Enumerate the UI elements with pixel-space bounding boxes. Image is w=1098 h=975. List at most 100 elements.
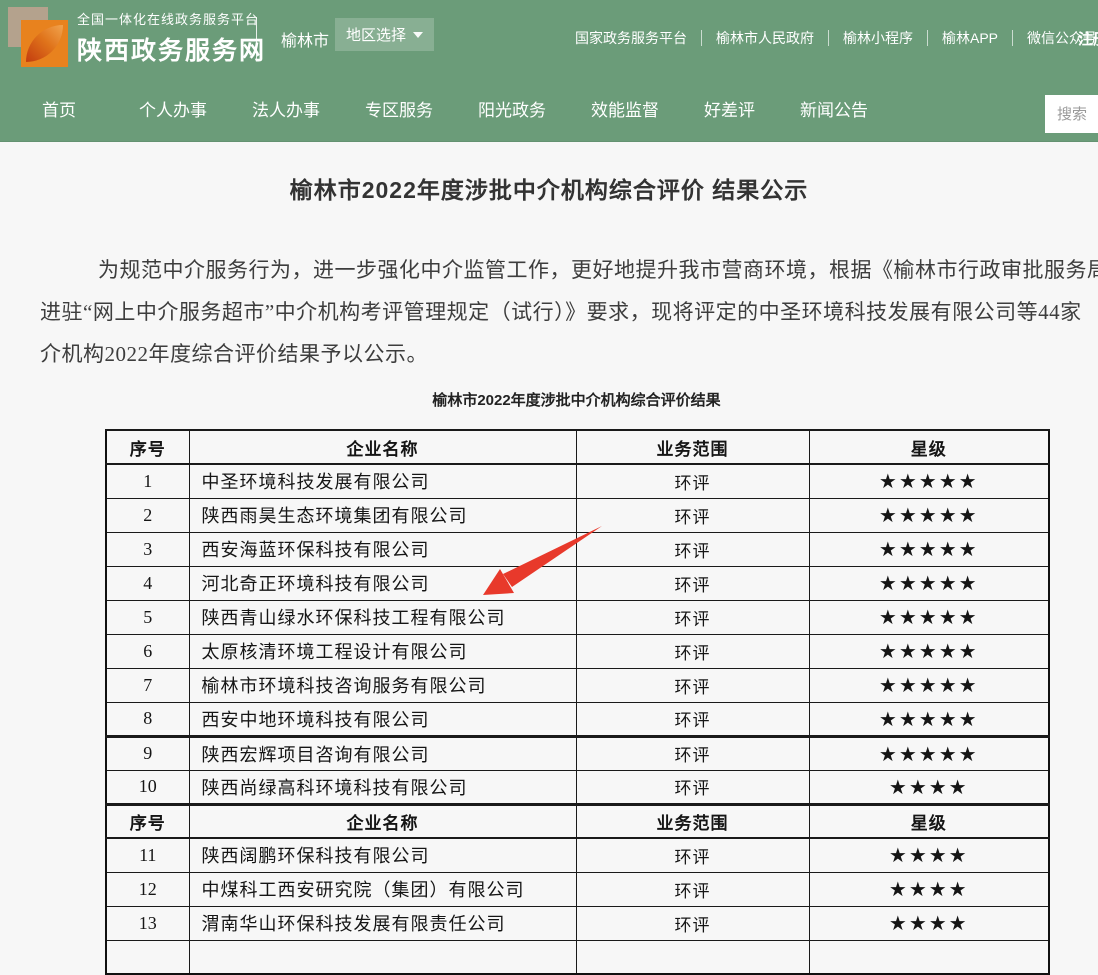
top-link[interactable]: 榆林市人民政府 (716, 28, 814, 48)
cell-no: 13 (106, 906, 189, 940)
table-row: 1中圣环境科技发展有限公司环评★★★★★ (106, 464, 1049, 498)
logo-front-square (21, 20, 68, 67)
column-header: 星级 (809, 804, 1049, 838)
search-input[interactable] (1045, 95, 1098, 133)
cell-name (189, 940, 576, 974)
cell-scope: 环评 (576, 634, 809, 668)
cell-scope: 环评 (576, 600, 809, 634)
table-row: 13渭南华山环保科技发展有限责任公司环评★★★★ (106, 906, 1049, 940)
link-separator (927, 30, 928, 46)
top-link[interactable]: 国家政务服务平台 (575, 28, 687, 48)
top-link[interactable]: 榆林APP (942, 28, 998, 48)
main-nav: 首页 个人办事 法人办事 专区服务 阳光政务 效能监督 好差评 新闻公告 (0, 75, 1098, 142)
top-link[interactable]: 榆林小程序 (843, 28, 913, 48)
cell-stars: ★★★★★ (809, 566, 1049, 600)
table-row: 3西安海蓝环保科技有限公司环评★★★★★ (106, 532, 1049, 566)
cell-stars (809, 940, 1049, 974)
column-header: 星级 (809, 430, 1049, 464)
brand-block: 全国一体化在线政务服务平台 陕西政务服务网 (77, 9, 266, 67)
cell-name: 陕西阔鹏环保科技有限公司 (189, 838, 576, 872)
cell-scope: 环评 (576, 566, 809, 600)
cell-no: 1 (106, 464, 189, 498)
cell-name: 陕西尚绿高科环境科技有限公司 (189, 770, 576, 804)
table-row: 8西安中地环境科技有限公司环评★★★★★ (106, 702, 1049, 736)
cell-name: 太原核清环境工程设计有限公司 (189, 634, 576, 668)
cell-no: 12 (106, 872, 189, 906)
cell-name: 河北奇正环境科技有限公司 (189, 566, 576, 600)
paragraph-line: 为规范中介服务行为，进一步强化中介监管工作，更好地提升我市营商环境，根据《榆林市… (40, 249, 1098, 291)
cell-name: 中圣环境科技发展有限公司 (189, 464, 576, 498)
cell-stars: ★★★★★ (809, 532, 1049, 566)
cell-no: 4 (106, 566, 189, 600)
cell-no: 9 (106, 736, 189, 770)
search-box (1045, 95, 1098, 133)
cell-no: 2 (106, 498, 189, 532)
cell-stars: ★★★★ (809, 906, 1049, 940)
cell-name: 陕西宏辉项目咨询有限公司 (189, 736, 576, 770)
page-title: 榆林市2022年度涉批中介机构综合评价 结果公示 (0, 171, 1098, 205)
platform-tagline: 全国一体化在线政务服务平台 (77, 9, 266, 28)
column-header: 序号 (106, 804, 189, 838)
cell-stars: ★★★★ (809, 770, 1049, 804)
cell-scope: 环评 (576, 736, 809, 770)
table-row (106, 940, 1049, 974)
site-header: 全国一体化在线政务服务平台 陕西政务服务网 榆林市 地区选择 国家政务服务平台 榆… (0, 0, 1098, 142)
cell-scope: 环评 (576, 770, 809, 804)
cell-name: 陕西青山绿水环保科技工程有限公司 (189, 600, 576, 634)
nav-item[interactable]: 阳光政务 (478, 96, 546, 121)
table-row: 12中煤科工西安研究院（集团）有限公司环评★★★★ (106, 872, 1049, 906)
leaf-icon (26, 25, 63, 62)
cell-stars: ★★★★★ (809, 634, 1049, 668)
cell-scope: 环评 (576, 838, 809, 872)
cell-name: 陕西雨昊生态环境集团有限公司 (189, 498, 576, 532)
cell-stars: ★★★★★ (809, 702, 1049, 736)
cell-scope: 环评 (576, 498, 809, 532)
paragraph-line: 介机构2022年度综合评价结果予以公示。 (40, 333, 1098, 375)
evaluation-table: 序号企业名称业务范围星级1中圣环境科技发展有限公司环评★★★★★2陕西雨昊生态环… (105, 429, 1050, 975)
table-row: 4河北奇正环境科技有限公司环评★★★★★ (106, 566, 1049, 600)
top-links: 国家政务服务平台榆林市人民政府榆林小程序榆林APP微信公众号 (575, 0, 1097, 75)
nav-item[interactable]: 首页 (42, 96, 76, 121)
current-city-label: 榆林市 (281, 27, 329, 51)
cell-no (106, 940, 189, 974)
link-separator (828, 30, 829, 46)
table-row: 2陕西雨昊生态环境集团有限公司环评★★★★★ (106, 498, 1049, 532)
column-header: 业务范围 (576, 804, 809, 838)
cell-stars: ★★★★ (809, 838, 1049, 872)
cell-name: 榆林市环境科技咨询服务有限公司 (189, 668, 576, 702)
register-link[interactable]: 注册 (1078, 28, 1098, 49)
site-title: 陕西政务服务网 (77, 31, 266, 67)
cell-scope: 环评 (576, 872, 809, 906)
content-area: 榆林市2022年度涉批中介机构综合评价 结果公示 为规范中介服务行为，进一步强化… (0, 142, 1098, 947)
table-caption: 榆林市2022年度涉批中介机构综合评价结果 (105, 389, 1048, 410)
cell-no: 7 (106, 668, 189, 702)
cell-stars: ★★★★★ (809, 464, 1049, 498)
nav-item[interactable]: 新闻公告 (800, 96, 868, 121)
table-row: 11陕西阔鹏环保科技有限公司环评★★★★ (106, 838, 1049, 872)
cell-stars: ★★★★ (809, 872, 1049, 906)
nav-item[interactable]: 专区服务 (365, 96, 433, 121)
column-header: 企业名称 (189, 430, 576, 464)
cell-no: 11 (106, 838, 189, 872)
cell-name: 西安海蓝环保科技有限公司 (189, 532, 576, 566)
cell-no: 6 (106, 634, 189, 668)
nav-item[interactable]: 个人办事 (139, 96, 207, 121)
cell-stars: ★★★★★ (809, 668, 1049, 702)
cell-name: 西安中地环境科技有限公司 (189, 702, 576, 736)
cell-name: 渭南华山环保科技发展有限责任公司 (189, 906, 576, 940)
table-row: 5陕西青山绿水环保科技工程有限公司环评★★★★★ (106, 600, 1049, 634)
table-header-row: 序号企业名称业务范围星级 (106, 804, 1049, 838)
region-selector-label: 地区选择 (346, 24, 406, 45)
paragraph-line: 进驻“网上中介服务超市”中介机构考评管理规定（试行）》要求，现将评定的中圣环境科… (40, 291, 1098, 333)
nav-item[interactable]: 效能监督 (591, 96, 659, 121)
cell-scope: 环评 (576, 702, 809, 736)
cell-stars: ★★★★★ (809, 600, 1049, 634)
nav-item[interactable]: 法人办事 (252, 96, 320, 121)
table-row: 6太原核清环境工程设计有限公司环评★★★★★ (106, 634, 1049, 668)
table-row: 9陕西宏辉项目咨询有限公司环评★★★★★ (106, 736, 1049, 770)
cell-no: 5 (106, 600, 189, 634)
region-selector-button[interactable]: 地区选择 (335, 18, 434, 51)
cell-scope: 环评 (576, 668, 809, 702)
nav-item[interactable]: 好差评 (704, 96, 755, 121)
site-logo (8, 7, 70, 68)
